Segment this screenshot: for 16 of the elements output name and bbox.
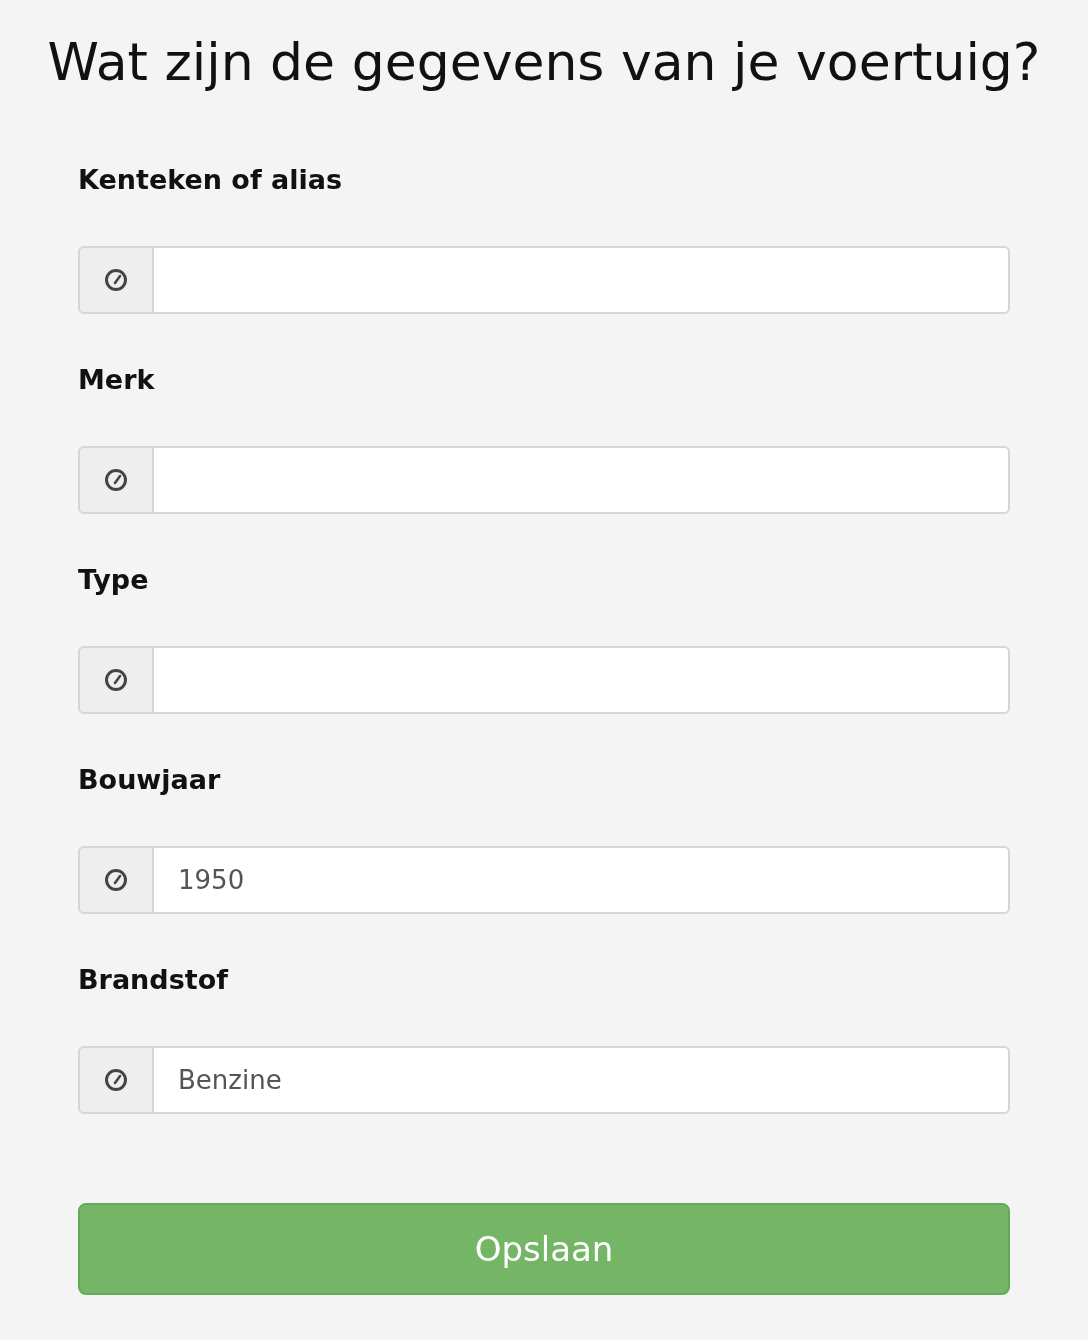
field-label: Merk: [78, 363, 155, 397]
input-field[interactable]: [154, 646, 1010, 714]
speedometer-icon: [104, 1068, 128, 1092]
speedometer-icon: [104, 268, 128, 292]
input-field[interactable]: 1950: [154, 846, 1010, 914]
speedometer-icon: [104, 668, 128, 692]
speedometer-icon: [104, 468, 128, 492]
speedometer-icon: [104, 868, 128, 892]
field-label: Bouwjaar: [78, 763, 221, 797]
page-title: Wat zijn de gegevens van je voertuig?: [47, 31, 1041, 94]
field-label: Type: [78, 563, 149, 597]
field-label: Kenteken of alias: [78, 163, 343, 197]
input-field[interactable]: Benzine: [154, 1046, 1010, 1114]
field-label: Brandstof: [78, 963, 228, 997]
input-field[interactable]: [154, 246, 1010, 314]
input-field[interactable]: [154, 446, 1010, 514]
